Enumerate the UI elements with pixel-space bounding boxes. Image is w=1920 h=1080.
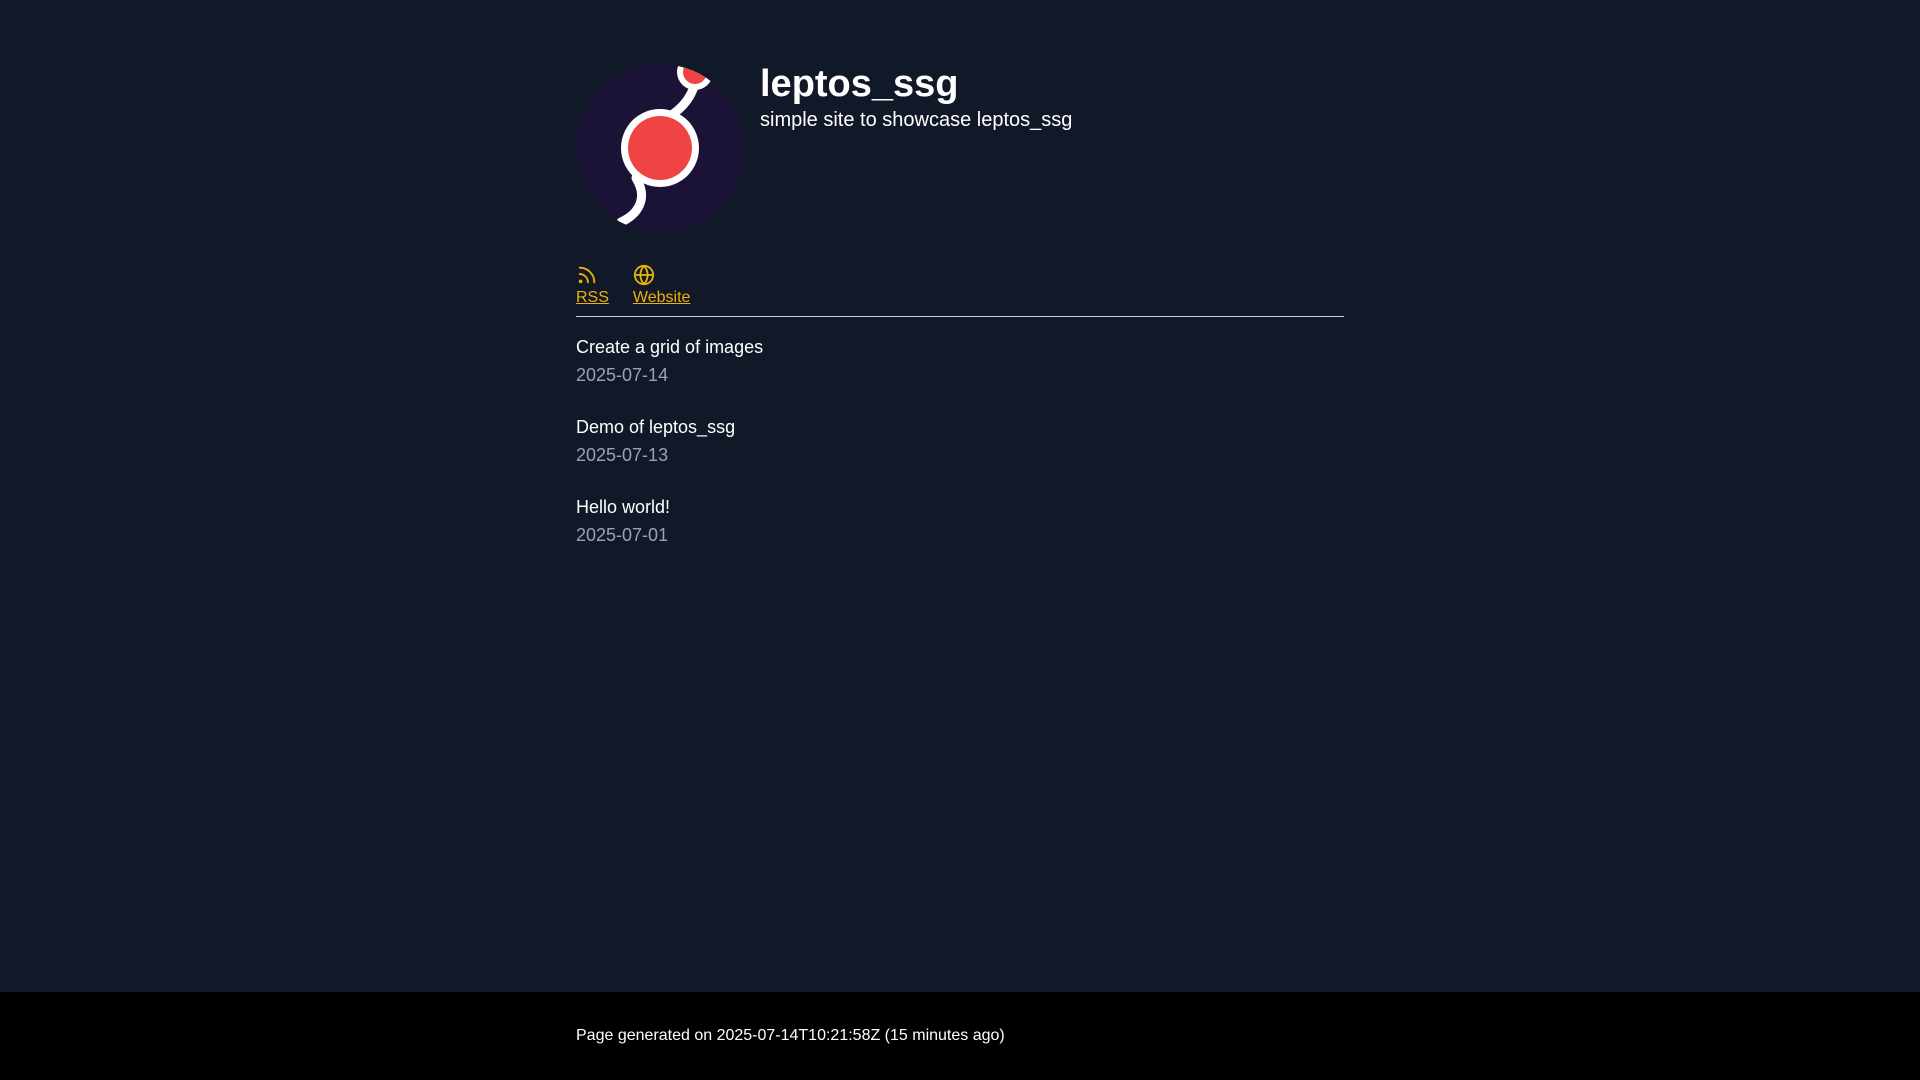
post-date: 2025-07-01 bbox=[576, 525, 669, 545]
globe-icon bbox=[633, 264, 654, 286]
site-title: leptos_ssg bbox=[760, 63, 959, 105]
post-title-link[interactable]: Hello world! bbox=[576, 495, 1344, 519]
website-link-label: Website bbox=[632, 289, 691, 306]
rss-link-label: RSS bbox=[576, 289, 609, 306]
list-item: Demo of leptos_ssg 2025-07-13 bbox=[576, 415, 1344, 471]
list-item: Hello world! 2025-07-01 bbox=[576, 495, 1344, 551]
site-subtitle: simple site to showcase leptos_ssg bbox=[760, 109, 1073, 131]
rss-link[interactable]: RSS bbox=[576, 264, 609, 308]
post-title-link[interactable]: Create a grid of images bbox=[576, 335, 1344, 359]
social-links: RSS Website bbox=[576, 264, 1344, 316]
leptos-logo-icon bbox=[576, 64, 744, 232]
page-container: leptos_ssg simple site to showcase lepto… bbox=[576, 0, 1344, 575]
website-link[interactable]: Website bbox=[632, 264, 691, 308]
post-list: Create a grid of images 2025-07-14 Demo … bbox=[576, 335, 1344, 551]
divider bbox=[576, 316, 1344, 317]
rss-icon bbox=[578, 266, 596, 284]
avatar bbox=[576, 64, 744, 232]
site-header: leptos_ssg simple site to showcase lepto… bbox=[576, 0, 1344, 232]
list-item: Create a grid of images 2025-07-14 bbox=[576, 335, 1344, 391]
title-block: leptos_ssg simple site to showcase lepto… bbox=[760, 60, 1072, 132]
post-title-link[interactable]: Demo of leptos_ssg bbox=[576, 415, 1344, 439]
post-date: 2025-07-14 bbox=[576, 365, 669, 385]
footer-generated-text: Page generated on 2025-07-14T10:21:58Z (… bbox=[576, 1027, 1005, 1044]
post-date: 2025-07-13 bbox=[576, 445, 669, 465]
page-footer: Page generated on 2025-07-14T10:21:58Z (… bbox=[0, 992, 1920, 1080]
